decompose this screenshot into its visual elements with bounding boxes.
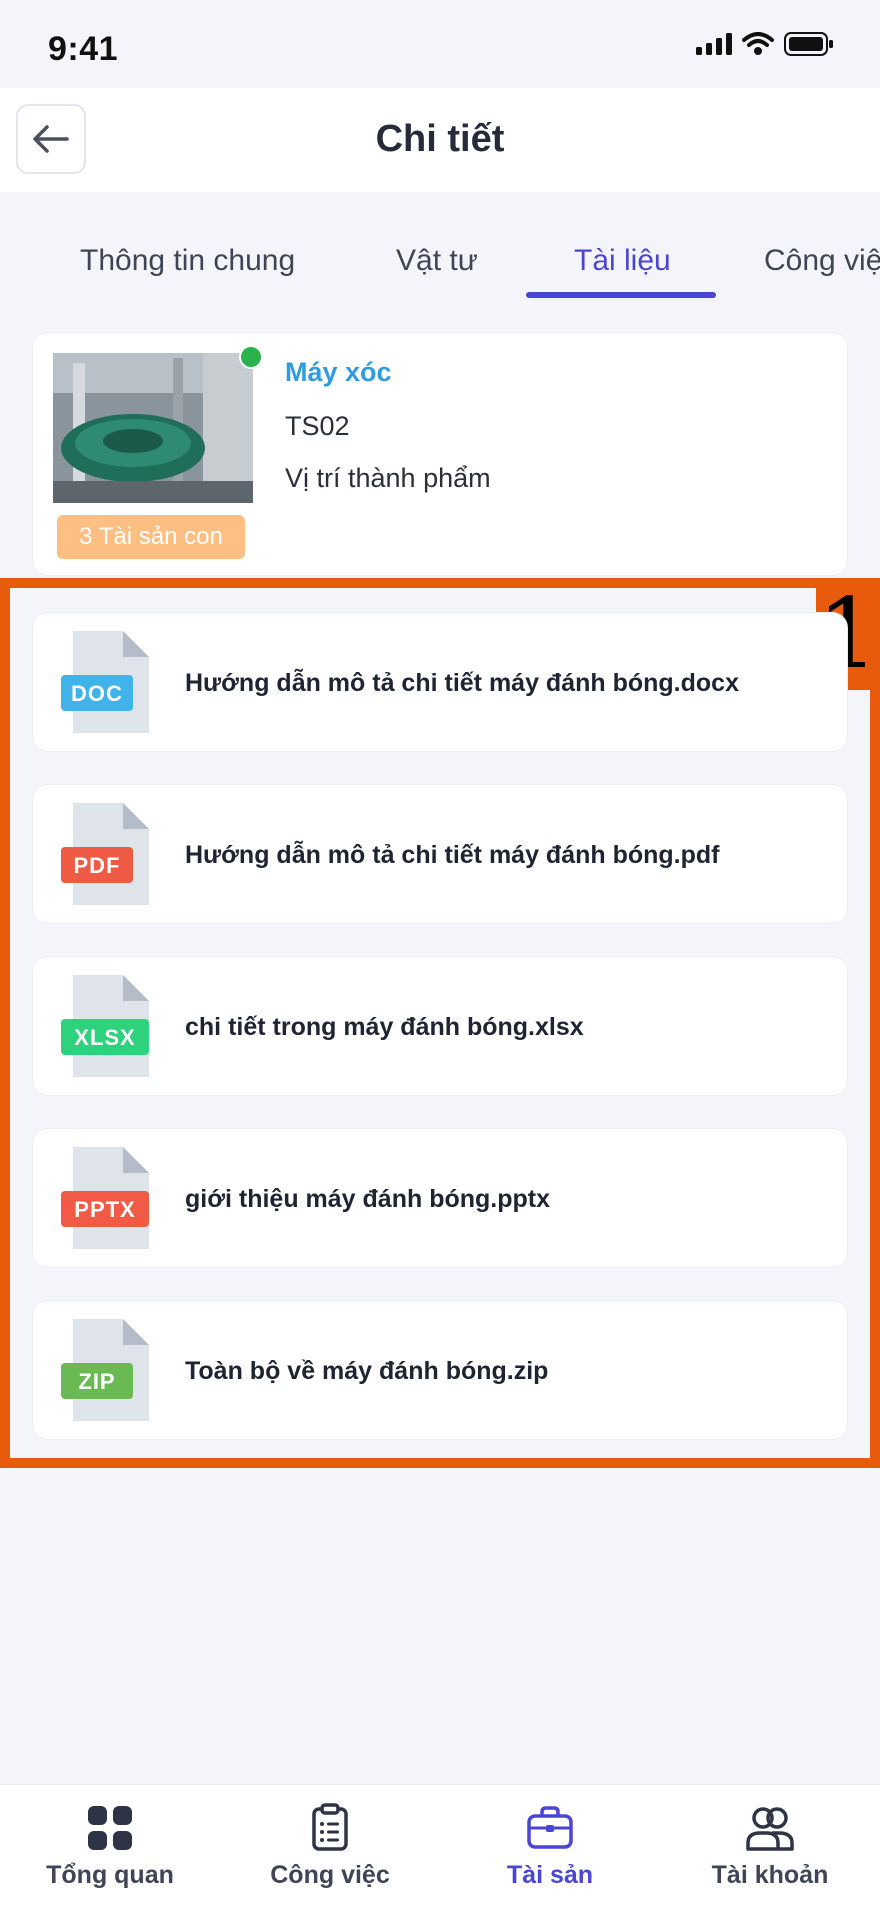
file-type-label: XLSX <box>74 1025 135 1050</box>
tab-bar: Thông tin chung Vật tư Tài liệu Công việ… <box>0 232 880 302</box>
file-item[interactable]: PDF Hướng dẫn mô tả chi tiết máy đánh bón… <box>32 784 848 924</box>
nav-label: Tổng quan <box>46 1861 174 1889</box>
asset-photo <box>53 353 253 503</box>
child-assets-badge[interactable]: 3 Tài sản con <box>57 515 245 559</box>
active-tab-indicator <box>526 292 716 298</box>
nav-item-assets[interactable]: Tài sản <box>440 1785 660 1913</box>
nav-label: Tài khoản <box>711 1861 829 1889</box>
header: Chi tiết <box>0 88 880 192</box>
signal-icon <box>696 33 732 55</box>
nav-label: Công việc <box>270 1861 390 1889</box>
status-icons <box>696 32 834 56</box>
file-doc-icon: DOC <box>61 631 149 733</box>
file-name: Hướng dẫn mô tả chi tiết máy đánh bóng.d… <box>185 669 739 697</box>
file-type-label: ZIP <box>78 1369 115 1394</box>
tab-documents[interactable]: Tài liệu <box>574 244 671 278</box>
nav-item-account[interactable]: Tài khoản <box>660 1785 880 1913</box>
page-title: Chi tiết <box>375 118 505 160</box>
tab-work[interactable]: Công việc <box>764 244 880 278</box>
file-name: Toàn bộ về máy đánh bóng.zip <box>185 1357 549 1385</box>
nav-label: Tài sản <box>506 1861 594 1889</box>
tab-general-info[interactable]: Thông tin chung <box>80 244 295 278</box>
file-name: giới thiệu máy đánh bóng.pptx <box>185 1185 550 1213</box>
file-name: Hướng dẫn mô tả chi tiết máy đánh bóng.p… <box>185 841 720 869</box>
wifi-icon <box>742 32 774 55</box>
file-pdf-icon: PDF <box>61 803 149 905</box>
tab-materials[interactable]: Vật tư <box>396 244 478 278</box>
file-item[interactable]: PPTX giới thiệu máy đánh bóng.pptx <box>32 1128 848 1268</box>
asset-name: Máy xóc <box>285 357 392 387</box>
asset-location: Vị trí thành phẩm <box>285 463 491 493</box>
file-type-label: PPTX <box>74 1197 135 1222</box>
asset-code: TS02 <box>285 411 350 441</box>
nav-item-overview[interactable]: Tổng quan <box>0 1785 220 1913</box>
status-time: 9:41 <box>48 30 119 68</box>
users-icon <box>746 1807 794 1851</box>
bottom-nav: Tổng quan Công việc Tài sản Tài khoản <box>0 1784 880 1913</box>
file-item[interactable]: XLSX chi tiết trong máy đánh bóng.xlsx <box>32 956 848 1096</box>
file-xlsx-icon: XLSX <box>61 975 149 1077</box>
clipboard-list-icon <box>312 1803 348 1851</box>
grid-icon <box>88 1806 132 1850</box>
file-name: chi tiết trong máy đánh bóng.xlsx <box>185 1013 584 1041</box>
file-pptx-icon: PPTX <box>61 1147 149 1249</box>
battery-icon <box>784 32 833 56</box>
file-type-label: PDF <box>74 853 121 878</box>
briefcase-icon <box>527 1806 573 1849</box>
file-item[interactable]: ZIP Toàn bộ về máy đánh bóng.zip <box>32 1300 848 1440</box>
online-status-dot <box>239 345 263 369</box>
file-item[interactable]: DOC Hướng dẫn mô tả chi tiết máy đánh bón… <box>32 612 848 752</box>
status-bar: 9:41 <box>0 0 880 88</box>
file-type-label: DOC <box>71 681 123 706</box>
file-zip-icon: ZIP <box>61 1319 149 1421</box>
asset-card[interactable]: 3 Tài sản con Máy xóc TS02 Vị trí thành … <box>32 332 848 576</box>
nav-item-work[interactable]: Công việc <box>220 1785 440 1913</box>
